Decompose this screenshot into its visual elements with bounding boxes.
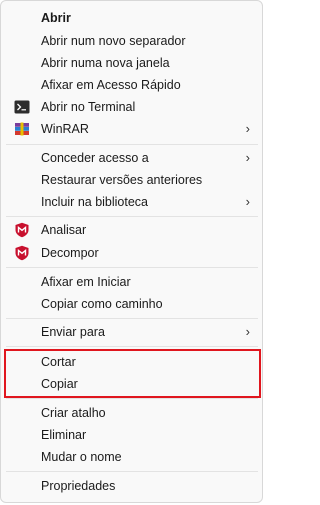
context-menu: Abrir Abrir num novo separador Abrir num… [0, 0, 263, 503]
menu-item-create-shortcut[interactable]: Criar atalho [6, 402, 258, 424]
menu-separator [6, 318, 258, 319]
menu-separator [6, 216, 258, 217]
menu-item-shred[interactable]: Decompor [6, 242, 258, 264]
menu-item-open[interactable]: Abrir [6, 7, 258, 29]
menu-separator [6, 267, 258, 268]
menu-item-rename[interactable]: Mudar o nome [6, 446, 258, 468]
menu-item-properties[interactable]: Propriedades [6, 475, 258, 497]
chevron-right-icon: › [245, 121, 250, 136]
menu-item-open-in-terminal[interactable]: Abrir no Terminal [6, 96, 258, 118]
menu-item-pin-quick-access[interactable]: Afixar em Acesso Rápido [6, 74, 258, 96]
menu-item-label: Abrir num novo separador [41, 34, 186, 48]
menu-item-label: Abrir numa nova janela [41, 56, 170, 70]
menu-item-copy-as-path[interactable]: Copiar como caminho [6, 293, 258, 315]
menu-item-label: Decompor [41, 246, 99, 260]
menu-item-delete[interactable]: Eliminar [6, 424, 258, 446]
mcafee-shield-icon [15, 245, 29, 261]
menu-item-label: Abrir no Terminal [41, 100, 136, 114]
menu-item-label: Restaurar versões anteriores [41, 173, 203, 187]
menu-item-send-to[interactable]: Enviar para › [6, 321, 258, 343]
menu-item-label: Analisar [41, 223, 87, 237]
chevron-right-icon: › [245, 150, 250, 165]
terminal-icon [14, 100, 30, 114]
menu-item-label: Criar atalho [41, 406, 106, 420]
menu-separator [6, 398, 258, 399]
menu-item-label: Enviar para [41, 325, 105, 339]
menu-item-label: Afixar em Acesso Rápido [41, 78, 181, 92]
menu-item-scan[interactable]: Analisar [6, 219, 258, 241]
menu-item-label: Incluir na biblioteca [41, 195, 149, 209]
menu-item-include-library[interactable]: Incluir na biblioteca › [6, 191, 258, 213]
menu-item-label: Propriedades [41, 479, 116, 493]
highlight-box [4, 349, 261, 398]
menu-separator [6, 144, 258, 145]
menu-item-winrar[interactable]: WinRAR › [6, 118, 258, 140]
menu-item-open-new-window[interactable]: Abrir numa nova janela [6, 52, 258, 74]
menu-item-pin-start[interactable]: Afixar em Iniciar [6, 271, 258, 293]
menu-item-label: Eliminar [41, 428, 87, 442]
menu-item-label: Abrir [41, 11, 71, 25]
menu-item-label: Conceder acesso a [41, 151, 149, 165]
menu-item-label: WinRAR [41, 122, 89, 136]
mcafee-shield-icon [15, 222, 29, 238]
winrar-icon [15, 122, 29, 136]
menu-separator [6, 346, 258, 347]
chevron-right-icon: › [245, 324, 250, 339]
menu-item-give-access[interactable]: Conceder acesso a › [6, 147, 258, 169]
chevron-right-icon: › [245, 194, 250, 209]
menu-item-label: Copiar como caminho [41, 297, 163, 311]
menu-item-label: Afixar em Iniciar [41, 275, 131, 289]
menu-item-label: Mudar o nome [41, 450, 122, 464]
menu-item-restore-versions[interactable]: Restaurar versões anteriores [6, 169, 258, 191]
menu-item-open-new-tab[interactable]: Abrir num novo separador [6, 30, 258, 52]
menu-separator [6, 471, 258, 472]
